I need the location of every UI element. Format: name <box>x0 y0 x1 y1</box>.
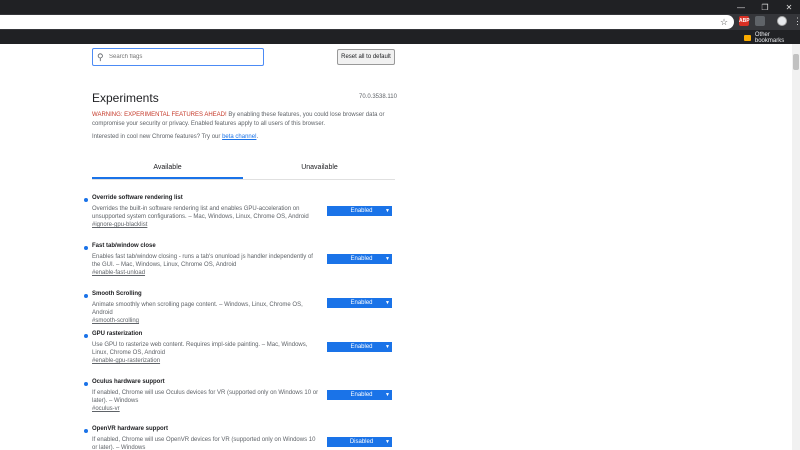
version-label: 70.0.3538.110 <box>359 94 397 100</box>
dropdown-arrow-icon: ▼ <box>385 208 390 214</box>
new-indicator-dot <box>84 198 88 202</box>
experiment-state-select[interactable]: Disabled ▼ <box>327 437 392 447</box>
experiment-name: Fast tab/window close <box>92 243 156 249</box>
experiment-desc-text: Animate smoothly when scrolling page con… <box>92 302 303 316</box>
minimize-icon[interactable]: — <box>734 3 748 12</box>
experiment-state-select[interactable]: Enabled ▼ <box>327 342 392 352</box>
new-indicator-dot <box>84 382 88 386</box>
state-value: Enabled <box>350 392 373 398</box>
dropdown-arrow-icon: ▼ <box>385 256 390 262</box>
new-indicator-dot <box>84 294 88 298</box>
warning-text: WARNING: EXPERIMENTAL FEATURES AHEAD! By… <box>92 111 394 129</box>
toolbar-icons: ABP ⋮ <box>739 16 800 26</box>
page-title: Experiments <box>92 91 159 105</box>
experiment-desc-text: Overrides the built-in software renderin… <box>92 206 309 220</box>
experiment-description: Use GPU to rasterize web content. Requir… <box>92 341 320 365</box>
flags-page: ⚲ Reset all to default Experiments 70.0.… <box>0 44 800 450</box>
warning-prefix: WARNING: EXPERIMENTAL FEATURES AHEAD! <box>92 112 227 118</box>
beta-channel-note: Interested in cool new Chrome features? … <box>92 134 258 140</box>
title-bar: — ❐ ✕ <box>0 0 800 14</box>
scrollbar[interactable] <box>792 44 800 450</box>
experiment-desc-text: Use GPU to rasterize web content. Requir… <box>92 342 308 356</box>
new-indicator-dot <box>84 334 88 338</box>
search-box[interactable]: ⚲ <box>92 48 264 66</box>
experiment-anchor-link[interactable]: #smooth-scrolling <box>92 318 139 324</box>
dropdown-arrow-icon: ▼ <box>385 439 390 445</box>
state-value: Enabled <box>350 300 373 306</box>
menu-dots-icon[interactable]: ⋮ <box>793 16 800 26</box>
interested-text: Interested in cool new Chrome features? … <box>92 134 223 140</box>
experiment-name: Smooth Scrolling <box>92 291 142 297</box>
experiment-desc-text: Enables fast tab/window closing - runs a… <box>92 254 313 268</box>
folder-icon <box>744 35 751 41</box>
experiment-state-select[interactable]: Enabled ▼ <box>327 254 392 264</box>
experiment-anchor-link[interactable]: #enable-fast-unload <box>92 270 145 276</box>
experiment-description: If enabled, Chrome will use Oculus devic… <box>92 389 320 413</box>
search-input[interactable] <box>107 54 257 60</box>
experiment-desc-text: If enabled, Chrome will use OpenVR devic… <box>92 437 316 450</box>
experiment-anchor-link[interactable]: #enable-gpu-rasterization <box>92 358 160 364</box>
experiment-name: Override software rendering list <box>92 195 183 201</box>
window-controls: — ❐ ✕ <box>734 0 796 14</box>
experiment-description: Overrides the built-in software renderin… <box>92 205 320 229</box>
state-value: Enabled <box>350 344 373 350</box>
experiment-anchor-link[interactable]: #ignore-gpu-blacklist <box>92 222 147 228</box>
experiment-name: OpenVR hardware support <box>92 426 169 432</box>
dropdown-arrow-icon: ▼ <box>385 300 390 306</box>
search-icon: ⚲ <box>97 51 104 62</box>
state-value: Enabled <box>350 208 373 214</box>
interested-suffix: . <box>256 134 259 140</box>
tab-available[interactable]: Available <box>92 158 243 179</box>
close-icon[interactable]: ✕ <box>782 3 796 12</box>
experiment-description: Animate smoothly when scrolling page con… <box>92 301 320 325</box>
bookmark-folder-other[interactable]: Other bookmarks <box>744 32 800 44</box>
bookmarks-bar: Other bookmarks <box>0 30 800 44</box>
dropdown-arrow-icon: ▼ <box>385 392 390 398</box>
state-value: Enabled <box>350 256 373 262</box>
experiment-anchor-link[interactable]: #oculus-vr <box>92 406 120 412</box>
address-bar[interactable]: ☆ <box>0 15 734 29</box>
experiment-state-select[interactable]: Enabled ▼ <box>327 206 392 216</box>
experiment-name: GPU rasterization <box>92 331 143 337</box>
experiment-name: Oculus hardware support <box>92 379 165 385</box>
scrollbar-thumb[interactable] <box>793 54 799 70</box>
experiment-description: Enables fast tab/window closing - runs a… <box>92 253 320 277</box>
restore-icon[interactable]: ❐ <box>758 3 772 12</box>
dropdown-arrow-icon: ▼ <box>385 344 390 350</box>
experiment-desc-text: If enabled, Chrome will use Oculus devic… <box>92 390 319 404</box>
state-value: Disabled <box>349 439 374 445</box>
adblock-extension-icon[interactable]: ABP <box>739 16 750 26</box>
experiment-description: If enabled, Chrome will use OpenVR devic… <box>92 436 320 450</box>
beta-channel-link[interactable]: beta channel <box>222 134 256 140</box>
profile-avatar[interactable] <box>777 16 787 26</box>
new-indicator-dot <box>84 246 88 250</box>
bookmark-star-icon[interactable]: ☆ <box>720 15 728 29</box>
experiment-state-select[interactable]: Enabled ▼ <box>327 390 392 400</box>
extension-icon[interactable] <box>755 16 765 26</box>
new-indicator-dot <box>84 429 88 433</box>
experiment-state-select[interactable]: Enabled ▼ <box>327 298 392 308</box>
reset-all-button[interactable]: Reset all to default <box>337 49 395 65</box>
tab-strip: Available Unavailable <box>92 158 395 180</box>
bookmark-folder-label: Other bookmarks <box>754 32 785 44</box>
tab-unavailable[interactable]: Unavailable <box>244 158 395 179</box>
